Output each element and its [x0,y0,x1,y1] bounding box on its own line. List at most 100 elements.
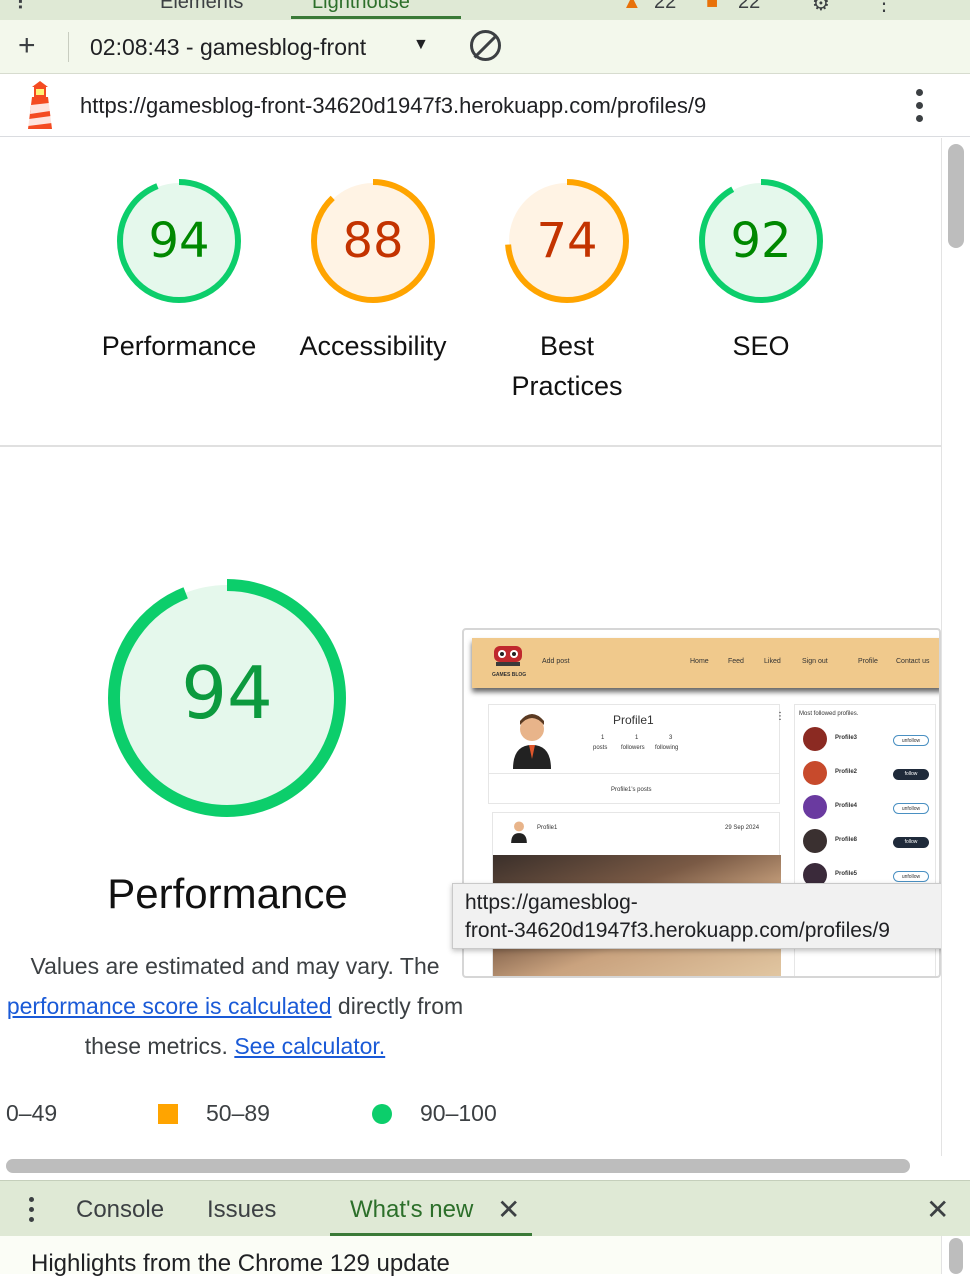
warning-count[interactable]: 22 [738,0,760,14]
legend-range-pass: 90–100 [420,1100,497,1126]
gauge-label: SEO [732,331,790,361]
tooltip-line: front-34620d1947f3.herokuapp.com/profile… [465,919,890,942]
report-content: 94 Performance 88 Accessibility 74 Best … [0,138,941,1156]
gauge-label: Best Practices [511,331,623,401]
desc-text: these metrics. [84,1033,228,1059]
audited-url: https://gamesblog-front-34620d1947f3.her… [80,93,707,118]
nav-feed: Feed [728,658,744,665]
site-logo-text: GAMES BLOG [492,672,527,678]
profile-avatar [803,795,827,819]
section-divider [0,445,941,447]
new-report-button[interactable]: + [18,31,36,61]
see-calculator-link[interactable]: See calculator. [234,1033,385,1059]
popular-profile-name: Profile4 [835,803,858,809]
nav-contact: Contact us [896,658,930,665]
error-icon[interactable]: ▲ [622,0,642,14]
post-author: Profile1 [537,825,558,831]
report-selector[interactable]: 02:08:43 - gamesblog-front [90,34,366,61]
profile-card: Profile1 ⋮ 1 1 3 posts followers followi… [488,704,785,804]
tab-lighthouse[interactable]: Lighthouse [312,0,410,14]
stat-following: 3 [669,735,673,741]
popular-profile-name: Profile2 [835,769,858,775]
gauge-label: Accessibility [299,331,447,361]
tab-whats-new[interactable]: What's new [350,1196,473,1224]
desc-text: Values are estimated and may vary. The [30,953,440,979]
whats-new-panel: Highlights from the Chrome 129 update [0,1236,970,1277]
legend-range-fail: 0–49 [6,1100,58,1126]
unfollow-button: unfollow [893,871,929,882]
legend-range-average: 50–89 [206,1100,270,1126]
warning-icon[interactable]: ■ [706,0,718,14]
score-legend: 0–49 50–89 90–100 [0,1098,600,1128]
more-options-icon[interactable]: ⋮ [874,0,894,16]
popular-profile-name: Profile8 [835,837,858,843]
profile-avatar [513,714,551,769]
tab-console[interactable]: Console [76,1196,164,1224]
stat-followers: 1 [635,735,639,741]
devtools-drawer-tabs: Console Issues What's new ✕ ✕ [0,1180,970,1236]
gauge-best-practices[interactable]: 74 Best Practices [502,176,632,401]
score-value: 88 [342,213,404,269]
scrollbar-thumb[interactable] [6,1159,910,1173]
nav-liked: Liked [764,658,781,665]
drawer-menu-icon[interactable] [29,1197,35,1223]
post-author-avatar [511,821,527,843]
toolbar-divider [68,32,69,62]
nav-add-post: Add post [542,658,570,665]
card-divider [489,773,779,774]
lighthouse-toolbar: + 02:08:43 - gamesblog-front ▼ [0,20,970,74]
close-drawer-icon[interactable]: ✕ [926,1193,949,1226]
clear-reports-icon[interactable] [470,30,501,61]
chevron-down-icon[interactable]: ▼ [413,36,429,54]
tab-issues[interactable]: Issues [207,1196,276,1224]
circle-icon [372,1104,392,1124]
close-tab-icon[interactable]: ✕ [497,1193,520,1226]
profile-avatar [803,761,827,785]
gear-icon[interactable]: ⚙ [812,0,830,16]
performance-description: Values are estimated and may vary. The p… [0,946,485,1066]
popular-profile-name: Profile5 [835,871,858,877]
report-url-bar: https://gamesblog-front-34620d1947f3.her… [0,75,970,137]
gauge-label: Performance [101,331,257,361]
horizontal-scrollbar[interactable] [0,1156,970,1180]
profile-name: Profile1 [613,713,654,727]
stat-label-following: following [655,745,679,751]
score-value: 74 [536,213,598,269]
popular-profiles-title: Most followed profiles. [799,711,859,717]
popular-profile-name: Profile3 [835,735,858,741]
posts-heading: Profile1's posts [611,787,652,793]
square-icon [158,1104,178,1124]
stat-posts: 1 [601,735,605,741]
tab-elements[interactable]: Elements [160,0,243,14]
gauge-seo[interactable]: 92 SEO [696,176,826,361]
error-count[interactable]: 22 [654,0,676,14]
score-value: 92 [730,213,792,269]
score-calculation-link[interactable]: performance score is calculated [7,993,332,1019]
stat-label-posts: posts [593,745,608,751]
performance-title: Performance [107,870,348,917]
unfollow-button: unfollow [893,803,929,814]
follow-button: follow [893,769,929,780]
profile-avatar [803,829,827,853]
gauge-accessibility[interactable]: 88 Accessibility [299,176,447,361]
report-menu-icon[interactable] [914,87,924,123]
profile-menu-icon: ⋮ [775,711,785,722]
devtools-tab-strip: ⠇ Elements Lighthouse ▲ 22 ■ 22 ⚙ ⋮ [0,0,970,20]
follow-button: follow [893,837,929,848]
site-navbar: GAMES BLOG Add post Home Feed Liked Sign… [472,638,939,688]
performance-score: 94 [181,651,273,735]
lighthouse-logo-icon [28,81,52,129]
nav-home: Home [690,658,709,665]
nav-sign-out: Sign out [802,658,828,665]
scrollbar-thumb[interactable] [948,144,964,248]
profile-avatar [803,727,827,751]
url-tooltip: https://gamesblog- front-34620d1947f3.he… [452,883,968,949]
devtools-menu-icon[interactable]: ⠇ [16,0,31,16]
gauge-performance[interactable]: 94 Performance [102,176,256,361]
tooltip-line: https://gamesblog- [465,891,638,914]
vertical-scrollbar[interactable] [941,138,970,1156]
drawer-scrollbar[interactable] [941,1236,970,1274]
active-tab-indicator [291,16,461,19]
stat-label-followers: followers [621,745,645,751]
unfollow-button: unfollow [893,735,929,746]
